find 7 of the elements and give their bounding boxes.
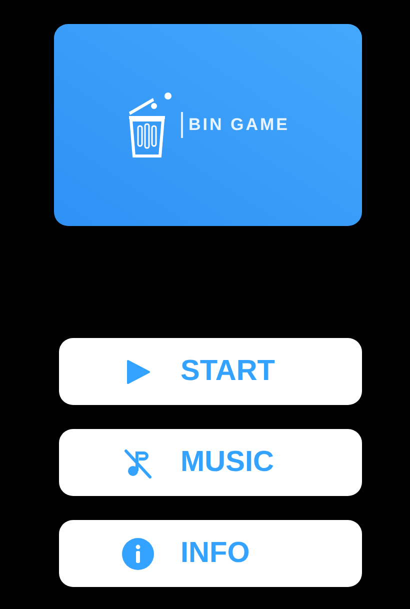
trash-bin-icon [126,92,174,158]
muted-music-icon [122,446,154,478]
logo-title: BIN GAME [188,114,290,136]
menu-button[interactable]: START [58,338,362,405]
info-icon [122,538,154,570]
menu-button[interactable]: MUSIC [58,429,362,496]
menu-button[interactable]: INFO [58,520,362,587]
